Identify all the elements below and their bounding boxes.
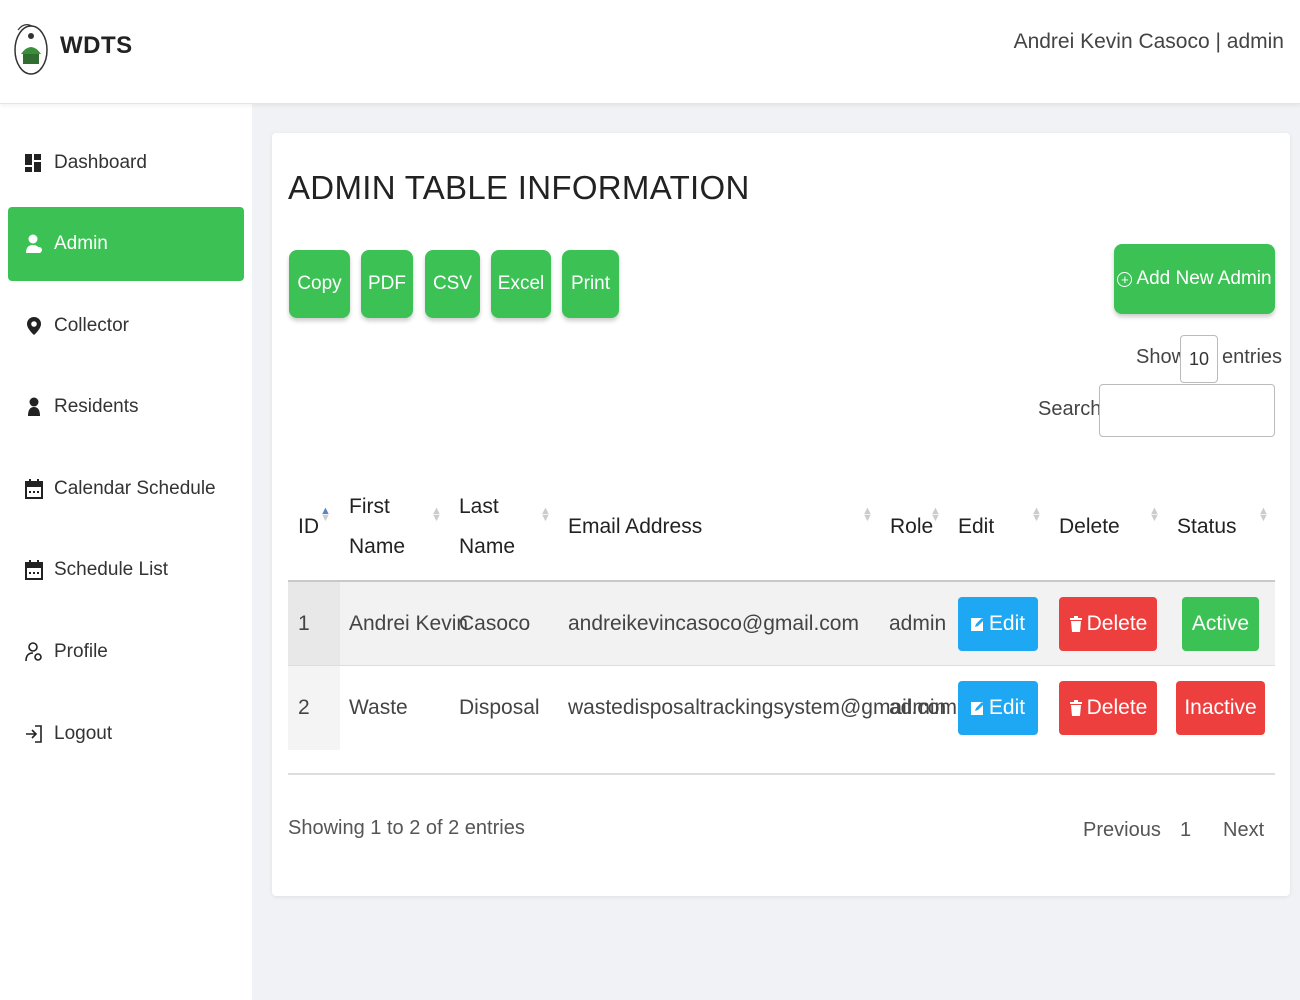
- column-header-status[interactable]: Status: [1177, 473, 1237, 581]
- sidebar-item-schedule-list[interactable]: Schedule List: [8, 533, 244, 607]
- status-badge-active[interactable]: Active: [1182, 597, 1259, 651]
- cell-first-name: Waste: [349, 696, 408, 719]
- search-label: Search:: [1038, 398, 1107, 420]
- sidebar-item-label: Residents: [54, 396, 139, 417]
- sidebar-item-collector[interactable]: Collector: [8, 289, 244, 363]
- sidebar-item-label: Schedule List: [54, 559, 169, 580]
- sort-icon: ▲ ▼: [1258, 505, 1269, 524]
- sidebar-item-logout[interactable]: Logout: [8, 697, 244, 771]
- entries-length-select[interactable]: 10: [1180, 335, 1218, 383]
- entries-label: entries: [1222, 346, 1283, 368]
- column-header-last-name[interactable]: Last Name: [459, 473, 515, 581]
- sort-icon: ▲ ▼: [1149, 505, 1160, 524]
- cell-email: andreikevincasoco@gmail.com: [568, 612, 859, 635]
- delete-button[interactable]: Delete: [1059, 681, 1157, 735]
- pagination-page-1[interactable]: 1: [1180, 819, 1191, 842]
- app-title: WDTS: [60, 32, 133, 59]
- edit-button[interactable]: Edit: [958, 597, 1038, 651]
- pagination-next[interactable]: Next: [1223, 819, 1264, 842]
- sidebar-item-label: Profile: [54, 641, 108, 662]
- sidebar-item-label: Logout: [54, 723, 113, 744]
- sort-icon: ▲ ▼: [431, 505, 442, 524]
- admin-table-card: ADMIN TABLE INFORMATION Copy PDF CSV Exc…: [272, 133, 1290, 896]
- user-gear-icon: [24, 641, 44, 663]
- map-pin-icon: [24, 315, 44, 337]
- sort-icon: ▲ ▼: [1031, 505, 1042, 524]
- sidebar-item-residents[interactable]: Residents: [8, 370, 244, 444]
- table-info: Showing 1 to 2 of 2 entries: [288, 817, 525, 839]
- sidebar-item-label: Calendar Schedule: [54, 478, 216, 499]
- calendar-icon: [24, 478, 44, 500]
- sidebar-item-label: Collector: [54, 315, 129, 336]
- cell-id: 2: [298, 696, 310, 719]
- top-header: WDTS Andrei Kevin Casoco | admin: [0, 0, 1300, 104]
- page-title: ADMIN TABLE INFORMATION: [288, 169, 750, 206]
- cell-role: admin: [889, 612, 947, 635]
- excel-button[interactable]: Excel: [491, 250, 551, 318]
- table-row: 2 Waste Disposal wastedisposaltrackingsy…: [288, 666, 1275, 750]
- show-label: Show: [1136, 346, 1187, 368]
- user-info[interactable]: Andrei Kevin Casoco | admin: [1014, 30, 1284, 54]
- logout-icon: [24, 723, 44, 745]
- sidebar-item-label: Dashboard: [54, 152, 147, 173]
- column-header-email[interactable]: Email Address: [568, 473, 702, 581]
- csv-button[interactable]: CSV: [425, 250, 480, 318]
- pagination-previous[interactable]: Previous: [1083, 819, 1161, 842]
- plus-circle-icon: +: [1117, 271, 1133, 287]
- sidebar-item-calendar-schedule[interactable]: Calendar Schedule: [8, 452, 244, 526]
- cell-id: 1: [298, 612, 310, 635]
- sort-asc-icon: ▲ ▼: [320, 505, 331, 524]
- table-footer-divider: [288, 773, 1275, 775]
- column-header-edit[interactable]: Edit: [958, 473, 994, 581]
- add-button-label: Add New Admin: [1136, 268, 1272, 289]
- delete-button[interactable]: Delete: [1059, 597, 1157, 651]
- dashboard-icon: [24, 152, 44, 174]
- sidebar: Dashboard Admin Collector Residents Cale…: [0, 104, 252, 1000]
- sidebar-item-profile[interactable]: Profile: [8, 615, 244, 689]
- cell-last-name: Casoco: [459, 612, 531, 635]
- edit-icon: [970, 702, 984, 715]
- sort-icon: ▲ ▼: [862, 505, 873, 524]
- sidebar-item-label: Admin: [54, 233, 108, 254]
- cell-last-name: Disposal: [459, 696, 540, 719]
- sort-icon: ▲ ▼: [930, 505, 941, 524]
- print-button[interactable]: Print: [562, 250, 619, 318]
- user-icon: [24, 233, 44, 255]
- calendar-icon: [24, 559, 44, 581]
- add-new-admin-button[interactable]: + Add New Admin: [1114, 244, 1275, 314]
- status-badge-inactive[interactable]: Inactive: [1176, 681, 1265, 735]
- sidebar-item-admin[interactable]: Admin: [8, 207, 244, 281]
- table-row: 1 Andrei Kevin Casoco andreikevincasoco@…: [288, 582, 1275, 666]
- column-header-role[interactable]: Role: [890, 473, 933, 581]
- column-header-first-name[interactable]: First Name: [349, 473, 405, 581]
- column-header-delete[interactable]: Delete: [1059, 473, 1120, 581]
- edit-icon: [970, 618, 984, 631]
- trash-icon: [1069, 616, 1082, 632]
- column-header-id[interactable]: ID: [298, 473, 319, 581]
- cell-role: admin: [889, 696, 947, 719]
- trash-icon: [1069, 700, 1082, 716]
- sidebar-item-dashboard[interactable]: Dashboard: [8, 126, 244, 200]
- edit-button[interactable]: Edit: [958, 681, 1038, 735]
- pdf-button[interactable]: PDF: [361, 250, 413, 318]
- sort-icon: ▲ ▼: [540, 505, 551, 524]
- search-input[interactable]: [1099, 384, 1275, 437]
- person-icon: [24, 396, 44, 418]
- logo-icon: [14, 24, 48, 75]
- copy-button[interactable]: Copy: [289, 250, 350, 318]
- cell-first-name: Andrei Kevin: [349, 612, 469, 635]
